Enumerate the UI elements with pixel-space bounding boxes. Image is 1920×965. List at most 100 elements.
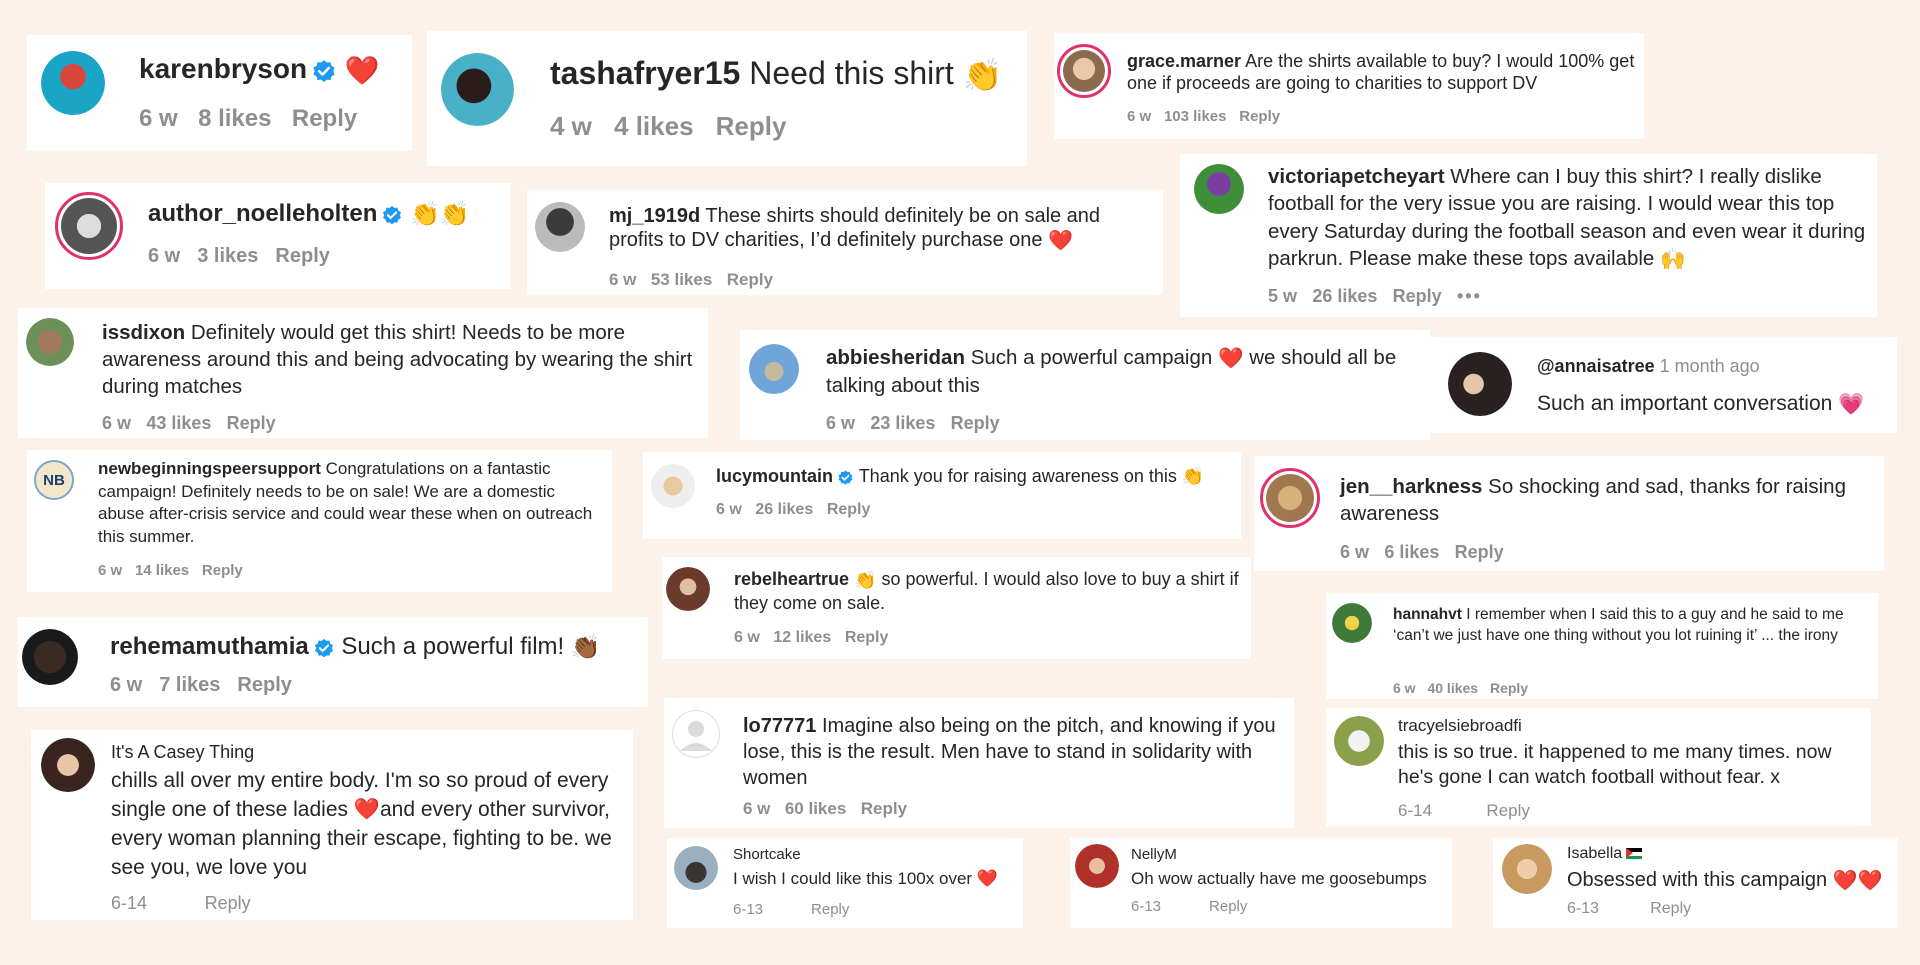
reply-link[interactable]: Reply: [861, 799, 907, 818]
avatar[interactable]: [1260, 468, 1320, 528]
avatar[interactable]: [41, 51, 105, 115]
likes-count[interactable]: 6 likes: [1384, 542, 1439, 562]
reply-link[interactable]: Reply: [292, 105, 357, 132]
reply-link[interactable]: Reply: [1650, 900, 1691, 917]
likes-count[interactable]: 26 likes: [1312, 286, 1377, 306]
comment-text: Need this shirt: [740, 55, 963, 91]
comment-time: 6-13: [1567, 900, 1600, 917]
reply-link[interactable]: Reply: [845, 629, 889, 646]
likes-count[interactable]: 8 likes: [198, 105, 271, 132]
likes-count[interactable]: 4 likes: [614, 111, 694, 141]
avatar[interactable]: [55, 192, 123, 260]
username[interactable]: jen__harkness: [1340, 475, 1482, 498]
user-placeholder-avatar-icon[interactable]: [672, 710, 720, 758]
reply-link[interactable]: Reply: [827, 501, 871, 518]
reply-link[interactable]: Reply: [227, 413, 276, 433]
username[interactable]: issdixon: [102, 321, 185, 344]
username[interactable]: lo77771: [743, 715, 816, 737]
avatar[interactable]: [1194, 164, 1244, 214]
avatar[interactable]: [441, 53, 514, 126]
reply-link[interactable]: Reply: [1455, 542, 1504, 562]
comment-card-issdixon: issdixon Definitely would get this shirt…: [18, 308, 708, 438]
clap-emoji-icon: 👏👏: [410, 201, 470, 229]
username[interactable]: abbiesheridan: [826, 346, 965, 369]
reply-link[interactable]: Reply: [951, 413, 1000, 433]
comment-card-grace-marner: grace.marner Are the shirts available to…: [1054, 33, 1644, 139]
avatar[interactable]: [535, 202, 585, 252]
likes-count[interactable]: 12 likes: [773, 629, 831, 646]
likes-count[interactable]: 26 likes: [755, 501, 813, 518]
likes-count[interactable]: 53 likes: [651, 270, 712, 289]
reply-link[interactable]: Reply: [1239, 108, 1280, 125]
username[interactable]: karenbryson: [139, 53, 307, 84]
raised-hands-emoji-icon: 🙌: [1660, 247, 1686, 271]
likes-count[interactable]: 40 likes: [1427, 680, 1478, 696]
reply-link[interactable]: Reply: [1393, 286, 1442, 306]
heart-emoji-icon: ❤️: [344, 54, 380, 86]
nb-logo-icon: NB: [34, 460, 74, 500]
username[interactable]: tashafryer15: [550, 55, 740, 91]
username[interactable]: mj_1919d: [609, 205, 700, 227]
username[interactable]: rebelheartrue: [734, 569, 849, 589]
username[interactable]: author_noelleholten: [148, 200, 377, 227]
comment-time: 6 w: [743, 799, 771, 818]
comment-card-rebelheartrue: rebelheartrue 👏 so powerful. I would als…: [662, 557, 1251, 659]
comment-card-mj-1919d: mj_1919d These shirts should definitely …: [527, 190, 1163, 295]
username[interactable]: newbeginningspeersupport: [98, 459, 321, 478]
avatar[interactable]: [26, 318, 74, 366]
reply-link[interactable]: Reply: [202, 562, 243, 579]
comment-time: 6 w: [609, 270, 637, 289]
likes-count[interactable]: 23 likes: [870, 413, 935, 433]
avatar[interactable]: [666, 567, 710, 611]
likes-count[interactable]: 103 likes: [1164, 108, 1227, 125]
heart-emoji-icon: ❤️: [976, 869, 998, 889]
avatar[interactable]: [41, 738, 95, 792]
likes-count[interactable]: 43 likes: [146, 413, 211, 433]
avatar[interactable]: [1332, 603, 1372, 643]
reply-link[interactable]: Reply: [727, 270, 773, 289]
avatar[interactable]: [1334, 716, 1384, 766]
reply-link[interactable]: Reply: [205, 893, 251, 913]
avatar[interactable]: [1057, 44, 1111, 98]
username[interactable]: victoriapetcheyart: [1268, 165, 1445, 188]
comment-time: 6 w: [110, 674, 143, 696]
verified-badge-icon: [311, 58, 337, 84]
avatar[interactable]: [1075, 844, 1119, 888]
username[interactable]: tracyelsiebroadfi: [1398, 716, 1522, 735]
comment-card-abbiesheridan: abbiesheridan Such a powerful campaign ❤…: [740, 330, 1430, 440]
username[interactable]: hannahvt: [1393, 606, 1462, 623]
username[interactable]: It's A Casey Thing: [111, 742, 254, 762]
avatar[interactable]: [22, 629, 78, 685]
username[interactable]: @annaisatree: [1537, 356, 1655, 376]
avatar[interactable]: [1502, 844, 1552, 894]
username[interactable]: grace.marner: [1127, 51, 1241, 71]
likes-count[interactable]: 60 likes: [785, 799, 846, 818]
avatar[interactable]: [674, 846, 718, 890]
comment-card-hannahvt: hannahvt I remember when I said this to …: [1326, 593, 1878, 699]
comment-time: 4 w: [550, 111, 592, 141]
reply-link[interactable]: Reply: [716, 111, 787, 141]
reply-link[interactable]: Reply: [237, 674, 291, 696]
comment-text: Imagine also being on the pitch, and kno…: [743, 715, 1276, 789]
username[interactable]: Shortcake: [733, 846, 801, 863]
likes-count[interactable]: 3 likes: [197, 245, 258, 267]
avatar[interactable]: [1448, 352, 1512, 416]
likes-count[interactable]: 14 likes: [135, 562, 189, 579]
username[interactable]: Isabella: [1567, 845, 1622, 862]
avatar[interactable]: [749, 344, 799, 394]
comment-card-nellym: NellyM Oh wow actually have me goosebump…: [1070, 838, 1452, 928]
comment-card-author-noelleholten: author_noelleholten 👏👏 6 w 3 likes Reply: [45, 183, 510, 289]
clap-emoji-icon: 👏: [854, 569, 877, 590]
heart-emoji-icon: ❤️❤️: [1832, 869, 1883, 892]
username[interactable]: lucymountain: [716, 466, 833, 486]
reply-link[interactable]: Reply: [1209, 898, 1247, 915]
username[interactable]: NellyM: [1131, 846, 1177, 863]
username[interactable]: rehemamuthamia: [110, 633, 309, 660]
reply-link[interactable]: Reply: [1490, 680, 1528, 696]
reply-link[interactable]: Reply: [1486, 801, 1529, 820]
avatar[interactable]: [651, 464, 695, 508]
likes-count[interactable]: 7 likes: [159, 674, 220, 696]
reply-link[interactable]: Reply: [275, 245, 329, 267]
more-options-icon[interactable]: •••: [1457, 286, 1482, 306]
reply-link[interactable]: Reply: [811, 901, 849, 918]
